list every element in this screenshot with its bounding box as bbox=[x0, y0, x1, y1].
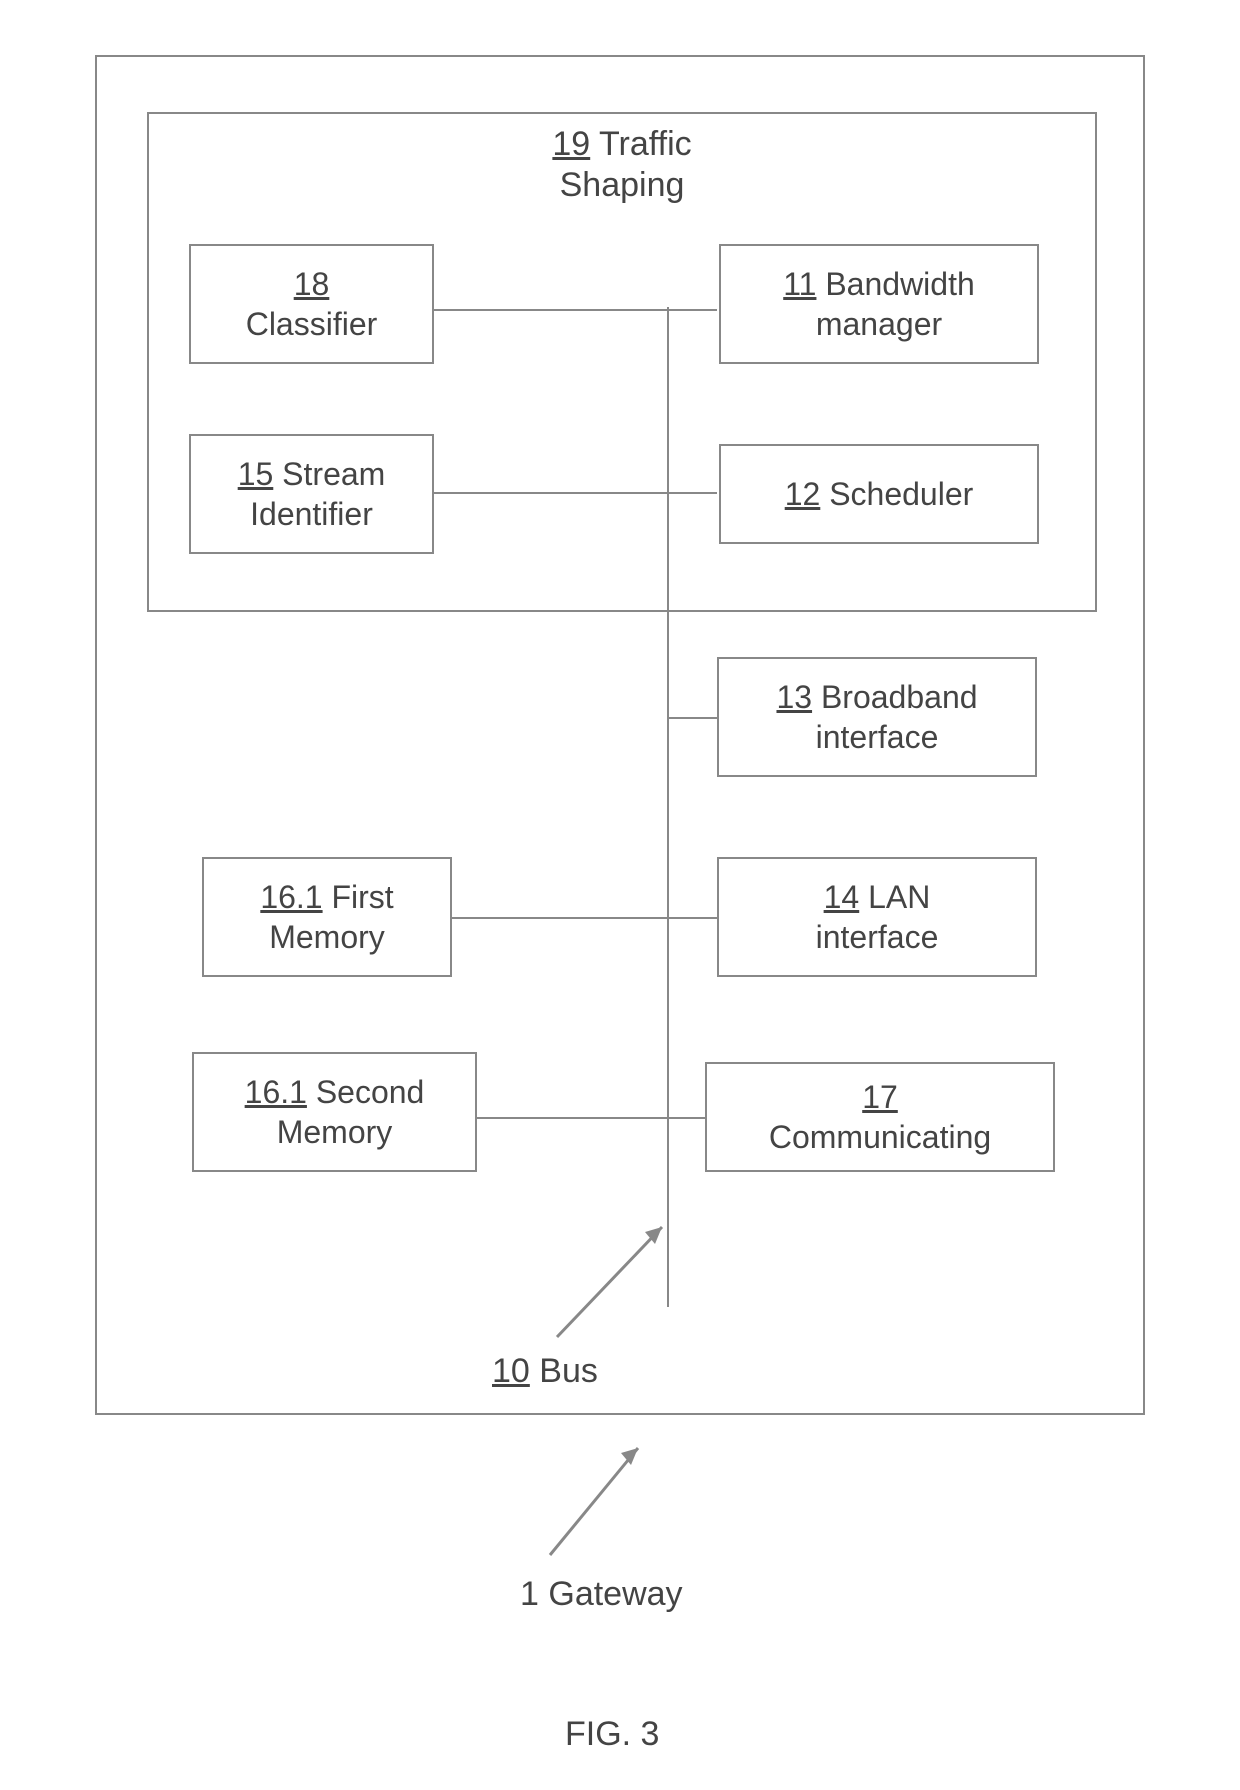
broadband-interface-num: 13 bbox=[776, 679, 812, 715]
classifier-label: Classifier bbox=[246, 304, 378, 344]
gateway-arrow-icon bbox=[530, 1430, 660, 1560]
bus-label-text: Bus bbox=[539, 1352, 598, 1390]
gateway-label: 1 Gateway bbox=[520, 1575, 683, 1614]
traffic-shaping-num: 19 bbox=[552, 125, 590, 163]
stream-identifier-label1: Stream bbox=[282, 456, 385, 492]
second-memory-num: 16.1 bbox=[245, 1074, 307, 1110]
stream-identifier-module: 15 Stream Identifier bbox=[189, 434, 434, 554]
connector-broadband bbox=[667, 717, 719, 719]
bus-num: 10 bbox=[492, 1352, 530, 1390]
communicating-module: 17 Communicating bbox=[705, 1062, 1055, 1172]
connector-row5 bbox=[477, 1117, 707, 1119]
bus-arrow-icon bbox=[547, 1212, 677, 1342]
communicating-label: Communicating bbox=[769, 1117, 991, 1157]
first-memory-label1: First bbox=[331, 879, 393, 915]
classifier-num: 18 bbox=[294, 266, 330, 302]
bandwidth-manager-num: 11 bbox=[783, 266, 816, 302]
second-memory-label1: Second bbox=[316, 1074, 425, 1110]
scheduler-num: 12 bbox=[785, 476, 821, 512]
first-memory-module: 16.1 First Memory bbox=[202, 857, 452, 977]
diagram-page: 19 Traffic Shaping 18 Classifier 11 Band… bbox=[0, 0, 1240, 1790]
broadband-interface-label2: interface bbox=[816, 717, 939, 757]
bandwidth-manager-label2: manager bbox=[816, 304, 942, 344]
communicating-num: 17 bbox=[862, 1079, 898, 1115]
bandwidth-manager-label1: Bandwidth bbox=[825, 266, 974, 302]
lan-interface-num: 14 bbox=[824, 879, 860, 915]
gateway-label-text: Gateway bbox=[548, 1575, 682, 1613]
traffic-shaping-title: 19 Traffic Shaping bbox=[552, 124, 691, 206]
lan-interface-label1: LAN bbox=[868, 879, 930, 915]
broadband-interface-module: 13 Broadband interface bbox=[717, 657, 1037, 777]
lan-interface-label2: interface bbox=[816, 917, 939, 957]
traffic-shaping-box: 19 Traffic Shaping 18 Classifier 11 Band… bbox=[147, 112, 1097, 612]
lan-interface-module: 14 LAN interface bbox=[717, 857, 1037, 977]
traffic-shaping-label2: Shaping bbox=[560, 166, 685, 204]
second-memory-module: 16.1 Second Memory bbox=[192, 1052, 477, 1172]
scheduler-label: Scheduler bbox=[829, 476, 973, 512]
scheduler-module: 12 Scheduler bbox=[719, 444, 1039, 544]
bandwidth-manager-module: 11 Bandwidth manager bbox=[719, 244, 1039, 364]
classifier-module: 18 Classifier bbox=[189, 244, 434, 364]
gateway-num: 1 bbox=[520, 1575, 539, 1613]
first-memory-num: 16.1 bbox=[260, 879, 322, 915]
traffic-shaping-label1: Traffic bbox=[599, 125, 692, 163]
stream-identifier-num: 15 bbox=[238, 456, 274, 492]
stream-identifier-label2: Identifier bbox=[250, 494, 373, 534]
second-memory-label2: Memory bbox=[277, 1112, 393, 1152]
bus-label: 10 Bus bbox=[492, 1352, 598, 1391]
broadband-interface-label1: Broadband bbox=[821, 679, 978, 715]
figure-label: FIG. 3 bbox=[565, 1715, 659, 1754]
first-memory-label2: Memory bbox=[269, 917, 385, 957]
gateway-outer-box: 19 Traffic Shaping 18 Classifier 11 Band… bbox=[95, 55, 1145, 1415]
connector-row4 bbox=[452, 917, 719, 919]
